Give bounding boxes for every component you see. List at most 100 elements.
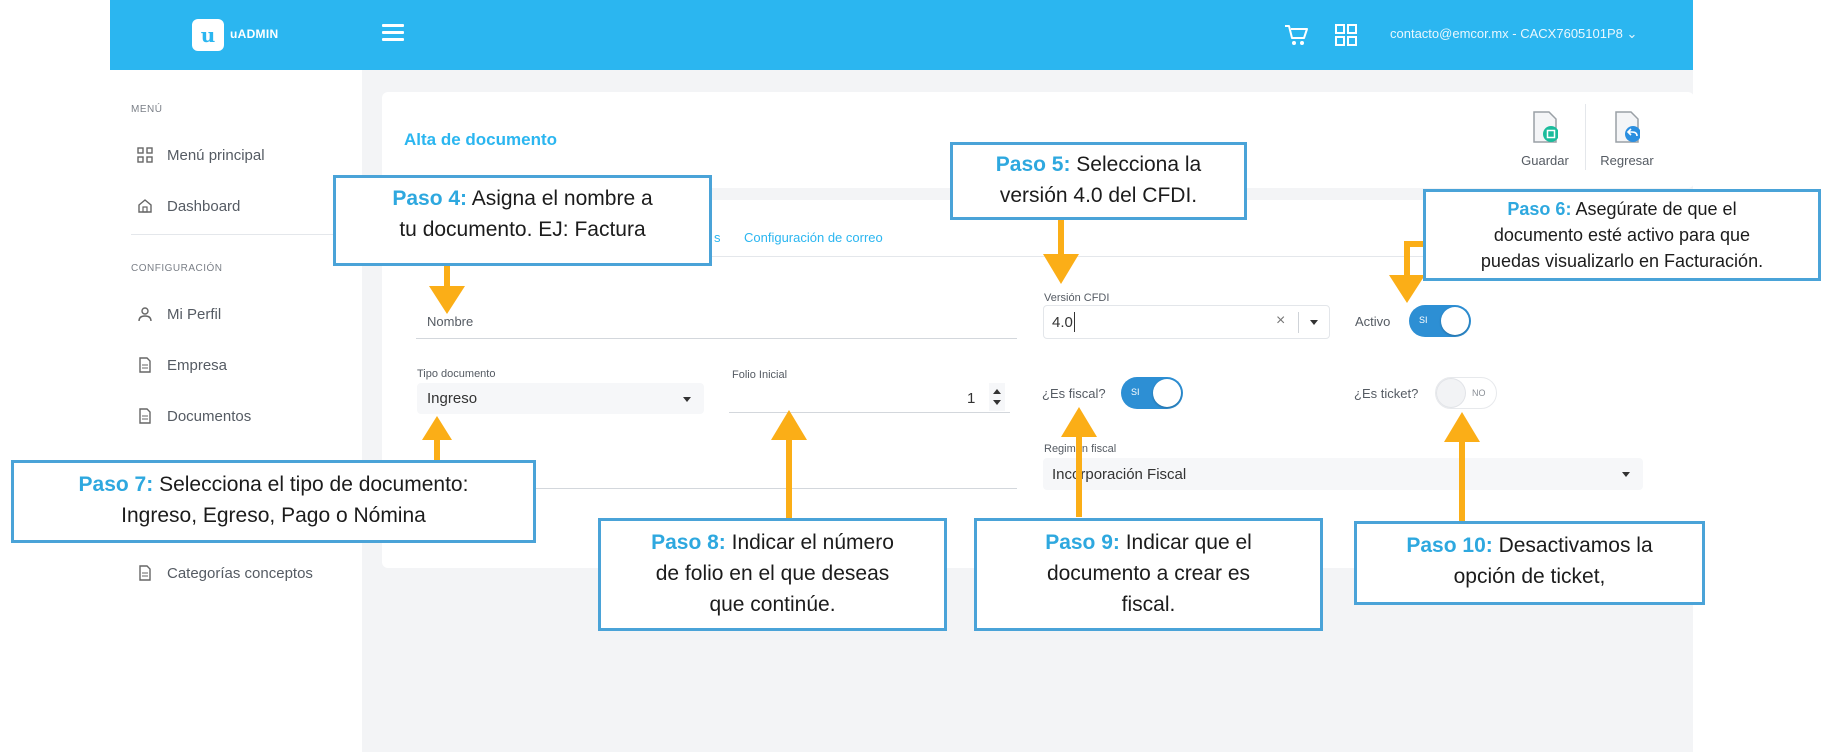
callout-text: fiscal. <box>1121 593 1176 616</box>
top-bar: u uADMIN contacto@emcor.mx - CACX7605101… <box>110 0 1693 70</box>
tipo-documento-select[interactable]: Ingreso <box>417 383 704 414</box>
user-icon <box>138 307 152 322</box>
chevron-down-icon <box>683 397 691 402</box>
clear-icon[interactable]: × <box>1276 312 1285 330</box>
toggle-state: NO <box>1472 388 1486 398</box>
callout-text: que continúe. <box>709 593 836 616</box>
sidebar-divider <box>131 234 351 235</box>
select-separator <box>1298 312 1299 333</box>
callout-step: Paso 5: <box>995 153 1071 176</box>
callout-text: Selecciona la <box>1070 153 1202 176</box>
document-icon <box>139 565 151 581</box>
sidebar-item-categorias-conceptos[interactable]: Categorías conceptos <box>137 562 313 584</box>
callout-step: Paso 9: <box>1045 531 1120 554</box>
apps-icon[interactable] <box>1335 24 1357 46</box>
arrow-paso7 <box>422 416 452 460</box>
nombre-field[interactable]: Nombre <box>427 314 473 329</box>
callout-step: Paso 8: <box>651 531 726 554</box>
folio-inicial-value[interactable]: 1 <box>967 390 975 407</box>
callout-paso10: Paso 10: Desactivamos la opción de ticke… <box>1354 521 1705 605</box>
toolbar-separator <box>1585 104 1586 170</box>
callout-paso9: Paso 9: Indicar que el documento a crear… <box>974 518 1323 631</box>
sidebar-item-label: Menú principal <box>167 146 265 164</box>
home-icon <box>138 199 152 213</box>
arrow-paso8 <box>771 410 807 520</box>
callout-text: Selecciona el tipo de documento: <box>153 473 469 496</box>
sidebar-item-empresa[interactable]: Empresa <box>137 354 227 376</box>
toggle-knob <box>1437 379 1465 407</box>
apps-icon <box>137 147 153 163</box>
callout-text: versión 4.0 del CFDI. <box>999 184 1198 207</box>
back-icon <box>1615 111 1641 143</box>
callout-text: de folio en el que deseas <box>655 562 890 585</box>
config-section-header: CONFIGURACIÓN <box>131 263 223 274</box>
back-label: Regresar <box>1600 153 1654 168</box>
es-ticket-toggle[interactable]: NO <box>1435 377 1497 409</box>
user-menu[interactable]: contacto@emcor.mx - CACX7605101P8 ⌄ <box>1390 26 1637 42</box>
menu-toggle-icon[interactable] <box>382 24 404 42</box>
sidebar-item-label: Mi Perfil <box>167 305 222 323</box>
es-ticket-label: ¿Es ticket? <box>1354 386 1419 401</box>
callout-text: puedas visualizarlo en Facturación. <box>1480 251 1764 271</box>
sidebar-item-label: Categorías conceptos <box>167 564 313 582</box>
callout-text: Asigna el nombre a <box>467 187 653 210</box>
callout-text: Indicar que el <box>1119 531 1252 554</box>
activo-toggle[interactable]: SI <box>1409 305 1471 337</box>
sidebar-item-dashboard[interactable]: Dashboard <box>137 195 240 217</box>
version-cfdi-value: 4.0 <box>1052 314 1073 331</box>
document-icon <box>139 408 151 424</box>
chevron-down-icon <box>1310 320 1318 325</box>
toggle-state: SI <box>1131 387 1140 397</box>
activo-label: Activo <box>1355 314 1391 329</box>
callout-paso4: Paso 4: Asigna el nombre a tu documento.… <box>333 175 712 266</box>
sidebar-item-mi-perfil[interactable]: Mi Perfil <box>137 303 221 325</box>
callout-text: documento esté activo para que <box>1493 225 1751 245</box>
sidebar-item-label: Empresa <box>167 356 228 374</box>
cart-icon[interactable] <box>1283 22 1309 48</box>
chevron-down-icon: ⌄ <box>1626 26 1638 41</box>
folio-inicial-label: Folio Inicial <box>732 369 788 381</box>
callout-step: Paso 7: <box>78 473 154 496</box>
sidebar: MENÚ Menú principal Dashboard CONFIGURAC… <box>110 70 360 752</box>
toggle-state: SI <box>1419 315 1428 325</box>
callout-paso6: Paso 6: Asegúrate de que el documento es… <box>1423 189 1821 281</box>
callout-text: Asegúrate de que el <box>1571 199 1737 219</box>
callout-text: Desactivamos la <box>1492 534 1653 557</box>
logo-icon: u <box>192 19 224 51</box>
user-email: contacto@emcor.mx - CACX7605101P8 <box>1390 26 1623 41</box>
save-button[interactable]: Guardar <box>1510 110 1580 180</box>
toggle-knob <box>1153 379 1181 407</box>
es-fiscal-label: ¿Es fiscal? <box>1042 386 1106 401</box>
text-cursor <box>1074 312 1075 332</box>
callout-step: Paso 4: <box>392 187 468 210</box>
chevron-down-icon <box>1622 472 1630 477</box>
callout-text: documento a crear es <box>1046 562 1251 585</box>
version-cfdi-select[interactable]: 4.0 × <box>1043 305 1330 339</box>
back-button[interactable]: Regresar <box>1592 110 1662 180</box>
arrow-paso9 <box>1061 407 1097 517</box>
nombre-underline <box>416 338 1017 339</box>
es-fiscal-toggle[interactable]: SI <box>1121 377 1183 409</box>
regimen-fiscal-select[interactable]: Incorporación Fiscal <box>1043 458 1643 490</box>
version-cfdi-label: Versión CFDI <box>1044 292 1110 304</box>
tab-general[interactable]: s <box>714 230 721 245</box>
callout-text: tu documento. EJ: Factura <box>399 218 646 241</box>
screen: u uADMIN contacto@emcor.mx - CACX7605101… <box>0 0 1821 752</box>
save-label: Guardar <box>1521 153 1569 168</box>
callout-step: Paso 10: <box>1406 534 1493 557</box>
arrow-paso5 <box>1043 218 1079 284</box>
toggle-knob <box>1441 307 1469 335</box>
sidebar-item-label: Documentos <box>167 407 252 425</box>
page-title: Alta de documento <box>404 130 558 149</box>
sidebar-item-documentos[interactable]: Documentos <box>137 405 251 427</box>
tab-email-config[interactable]: Configuración de correo <box>744 230 883 245</box>
callout-paso5: Paso 5: Selecciona la versión 4.0 del CF… <box>950 142 1247 220</box>
number-stepper-icon[interactable] <box>989 383 1005 411</box>
arrow-paso10 <box>1444 412 1480 522</box>
sidebar-item-label: Dashboard <box>167 197 241 215</box>
callout-text: Indicar el número <box>725 531 894 554</box>
save-icon <box>1533 111 1559 143</box>
sidebar-item-menu-principal[interactable]: Menú principal <box>137 144 265 166</box>
document-icon <box>139 357 151 373</box>
tipo-documento-label: Tipo documento <box>417 368 496 380</box>
